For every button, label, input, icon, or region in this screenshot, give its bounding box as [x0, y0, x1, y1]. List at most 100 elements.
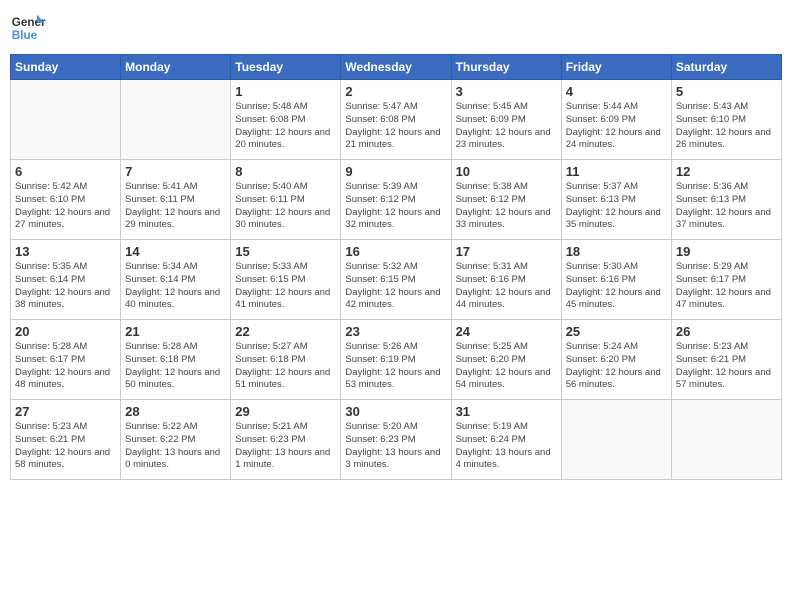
day-number: 7 [125, 164, 226, 179]
day-cell-4: 4 Sunrise: 5:44 AM Sunset: 6:09 PM Daylig… [561, 80, 671, 160]
day-cell-16: 16 Sunrise: 5:32 AM Sunset: 6:15 PM Dayli… [341, 240, 451, 320]
day-cell-27: 27 Sunrise: 5:23 AM Sunset: 6:21 PM Dayli… [11, 400, 121, 480]
day-number: 4 [566, 84, 667, 99]
header-day-saturday: Saturday [671, 55, 781, 80]
day-cell-12: 12 Sunrise: 5:36 AM Sunset: 6:13 PM Dayli… [671, 160, 781, 240]
day-info: Sunrise: 5:30 AM Sunset: 6:16 PM Dayligh… [566, 261, 667, 312]
day-cell-20: 20 Sunrise: 5:28 AM Sunset: 6:17 PM Dayli… [11, 320, 121, 400]
day-number: 8 [235, 164, 336, 179]
day-number: 22 [235, 324, 336, 339]
day-cell-23: 23 Sunrise: 5:26 AM Sunset: 6:19 PM Dayli… [341, 320, 451, 400]
day-number: 11 [566, 164, 667, 179]
day-cell-6: 6 Sunrise: 5:42 AM Sunset: 6:10 PM Daylig… [11, 160, 121, 240]
day-info: Sunrise: 5:36 AM Sunset: 6:13 PM Dayligh… [676, 181, 777, 232]
day-info: Sunrise: 5:24 AM Sunset: 6:20 PM Dayligh… [566, 341, 667, 392]
day-number: 20 [15, 324, 116, 339]
day-cell-15: 15Sunrise: 5:33 AM Sunset: 6:15 PM Dayli… [231, 240, 341, 320]
day-info: Sunrise: 5:37 AM Sunset: 6:13 PM Dayligh… [566, 181, 667, 232]
day-cell-5: 5 Sunrise: 5:43 AM Sunset: 6:10 PM Daylig… [671, 80, 781, 160]
header-day-friday: Friday [561, 55, 671, 80]
svg-text:General: General [12, 16, 46, 29]
day-info: Sunrise: 5:27 AM Sunset: 6:18 PM Dayligh… [235, 341, 336, 392]
day-info: Sunrise: 5:39 AM Sunset: 6:12 PM Dayligh… [345, 181, 446, 232]
day-number: 1 [235, 84, 336, 99]
calendar-table: SundayMondayTuesdayWednesdayThursdayFrid… [10, 54, 782, 480]
day-number: 16 [345, 244, 446, 259]
day-cell-28: 28 Sunrise: 5:22 AM Sunset: 6:22 PM Dayli… [121, 400, 231, 480]
day-cell-19: 19 Sunrise: 5:29 AM Sunset: 6:17 PM Dayli… [671, 240, 781, 320]
page-header: General Blue [10, 10, 782, 46]
header-day-sunday: Sunday [11, 55, 121, 80]
day-cell-21: 21Sunrise: 5:28 AM Sunset: 6:18 PM Dayli… [121, 320, 231, 400]
day-info: Sunrise: 5:28 AM Sunset: 6:18 PM Dayligh… [125, 341, 226, 392]
day-cell-13: 13Sunrise: 5:35 AM Sunset: 6:14 PM Dayli… [11, 240, 121, 320]
day-info: Sunrise: 5:23 AM Sunset: 6:21 PM Dayligh… [15, 421, 116, 472]
day-info: Sunrise: 5:28 AM Sunset: 6:17 PM Dayligh… [15, 341, 116, 392]
day-number: 17 [456, 244, 557, 259]
header-day-monday: Monday [121, 55, 231, 80]
day-info: Sunrise: 5:43 AM Sunset: 6:10 PM Dayligh… [676, 101, 777, 152]
empty-cell [121, 80, 231, 160]
logo: General Blue [10, 10, 52, 46]
logo-icon: General Blue [10, 10, 46, 46]
day-cell-7: 7 Sunrise: 5:41 AM Sunset: 6:11 PM Daylig… [121, 160, 231, 240]
day-number: 9 [345, 164, 446, 179]
day-number: 10 [456, 164, 557, 179]
day-info: Sunrise: 5:25 AM Sunset: 6:20 PM Dayligh… [456, 341, 557, 392]
day-cell-22: 22 Sunrise: 5:27 AM Sunset: 6:18 PM Dayli… [231, 320, 341, 400]
header-day-tuesday: Tuesday [231, 55, 341, 80]
day-cell-31: 31 Sunrise: 5:19 AM Sunset: 6:24 PM Dayli… [451, 400, 561, 480]
day-number: 12 [676, 164, 777, 179]
day-number: 29 [235, 404, 336, 419]
day-cell-30: 30 Sunrise: 5:20 AM Sunset: 6:23 PM Dayli… [341, 400, 451, 480]
day-cell-11: 11 Sunrise: 5:37 AM Sunset: 6:13 PM Dayli… [561, 160, 671, 240]
day-info: Sunrise: 5:40 AM Sunset: 6:11 PM Dayligh… [235, 181, 336, 232]
day-info: Sunrise: 5:48 AM Sunset: 6:08 PM Dayligh… [235, 101, 336, 152]
week-row-3: 13Sunrise: 5:35 AM Sunset: 6:14 PM Dayli… [11, 240, 782, 320]
day-info: Sunrise: 5:33 AM Sunset: 6:15 PM Dayligh… [235, 261, 336, 312]
day-cell-25: 25Sunrise: 5:24 AM Sunset: 6:20 PM Dayli… [561, 320, 671, 400]
day-number: 26 [676, 324, 777, 339]
day-info: Sunrise: 5:47 AM Sunset: 6:08 PM Dayligh… [345, 101, 446, 152]
day-number: 5 [676, 84, 777, 99]
day-info: Sunrise: 5:31 AM Sunset: 6:16 PM Dayligh… [456, 261, 557, 312]
day-number: 13 [15, 244, 116, 259]
day-cell-18: 18 Sunrise: 5:30 AM Sunset: 6:16 PM Dayli… [561, 240, 671, 320]
day-cell-10: 10Sunrise: 5:38 AM Sunset: 6:12 PM Dayli… [451, 160, 561, 240]
day-info: Sunrise: 5:21 AM Sunset: 6:23 PM Dayligh… [235, 421, 336, 472]
day-info: Sunrise: 5:42 AM Sunset: 6:10 PM Dayligh… [15, 181, 116, 232]
week-row-4: 20 Sunrise: 5:28 AM Sunset: 6:17 PM Dayli… [11, 320, 782, 400]
day-cell-9: 9 Sunrise: 5:39 AM Sunset: 6:12 PM Daylig… [341, 160, 451, 240]
day-cell-24: 24Sunrise: 5:25 AM Sunset: 6:20 PM Dayli… [451, 320, 561, 400]
day-info: Sunrise: 5:41 AM Sunset: 6:11 PM Dayligh… [125, 181, 226, 232]
svg-text:Blue: Blue [12, 29, 38, 42]
day-number: 19 [676, 244, 777, 259]
day-number: 23 [345, 324, 446, 339]
day-info: Sunrise: 5:34 AM Sunset: 6:14 PM Dayligh… [125, 261, 226, 312]
day-number: 2 [345, 84, 446, 99]
day-number: 28 [125, 404, 226, 419]
day-info: Sunrise: 5:19 AM Sunset: 6:24 PM Dayligh… [456, 421, 557, 472]
day-info: Sunrise: 5:23 AM Sunset: 6:21 PM Dayligh… [676, 341, 777, 392]
day-number: 31 [456, 404, 557, 419]
day-cell-14: 14Sunrise: 5:34 AM Sunset: 6:14 PM Dayli… [121, 240, 231, 320]
day-cell-8: 8 Sunrise: 5:40 AM Sunset: 6:11 PM Daylig… [231, 160, 341, 240]
calendar-body: 1 Sunrise: 5:48 AM Sunset: 6:08 PM Daylig… [11, 80, 782, 480]
day-info: Sunrise: 5:32 AM Sunset: 6:15 PM Dayligh… [345, 261, 446, 312]
day-number: 27 [15, 404, 116, 419]
day-cell-3: 3Sunrise: 5:45 AM Sunset: 6:09 PM Daylig… [451, 80, 561, 160]
day-info: Sunrise: 5:45 AM Sunset: 6:09 PM Dayligh… [456, 101, 557, 152]
week-row-2: 6 Sunrise: 5:42 AM Sunset: 6:10 PM Daylig… [11, 160, 782, 240]
day-info: Sunrise: 5:29 AM Sunset: 6:17 PM Dayligh… [676, 261, 777, 312]
day-cell-26: 26 Sunrise: 5:23 AM Sunset: 6:21 PM Dayli… [671, 320, 781, 400]
day-info: Sunrise: 5:26 AM Sunset: 6:19 PM Dayligh… [345, 341, 446, 392]
day-cell-17: 17 Sunrise: 5:31 AM Sunset: 6:16 PM Dayli… [451, 240, 561, 320]
day-number: 6 [15, 164, 116, 179]
day-number: 30 [345, 404, 446, 419]
day-info: Sunrise: 5:20 AM Sunset: 6:23 PM Dayligh… [345, 421, 446, 472]
calendar-header: SundayMondayTuesdayWednesdayThursdayFrid… [11, 55, 782, 80]
day-number: 18 [566, 244, 667, 259]
day-info: Sunrise: 5:22 AM Sunset: 6:22 PM Dayligh… [125, 421, 226, 472]
header-day-wednesday: Wednesday [341, 55, 451, 80]
day-info: Sunrise: 5:44 AM Sunset: 6:09 PM Dayligh… [566, 101, 667, 152]
